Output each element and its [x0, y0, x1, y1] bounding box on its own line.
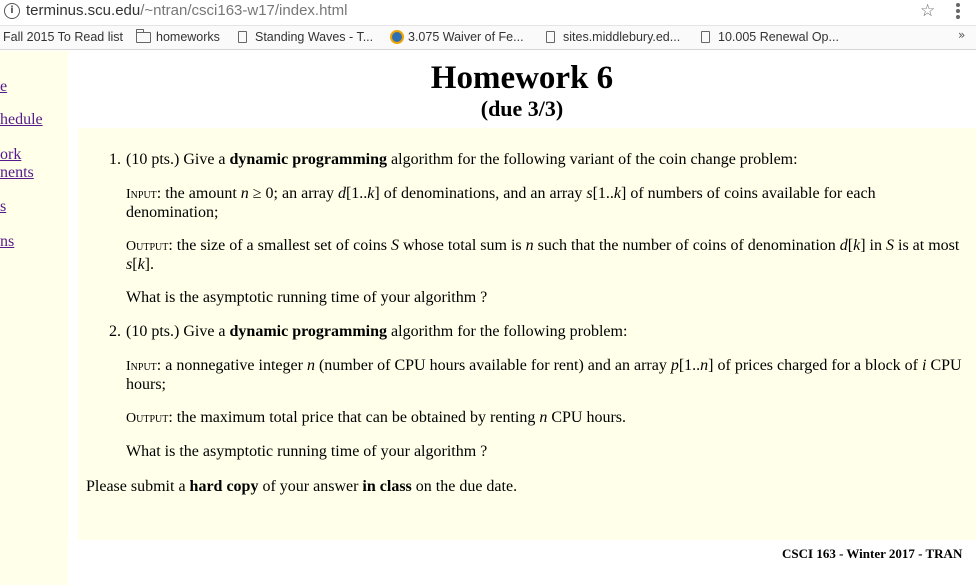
bookmark-star-icon[interactable]: ☆: [920, 1, 935, 21]
sidebar-link-homework[interactable]: ork: [0, 146, 21, 164]
menu-kebab-icon[interactable]: [955, 3, 961, 21]
problem-1-question: What is the asymptotic running time of y…: [126, 289, 488, 306]
bookmarks-bar: Fall 2015 To Read list homeworks Standin…: [0, 26, 976, 50]
problem-number: 1.: [109, 151, 121, 168]
sidebar-link-solutions[interactable]: ns: [0, 233, 14, 251]
bookmark-middlebury[interactable]: sites.middlebury.ed...: [546, 30, 680, 44]
bookmark-waiver[interactable]: 3.075 Waiver of Fe...: [390, 30, 524, 44]
problem-1-statement: (10 pts.) Give a dynamic programming alg…: [126, 151, 798, 168]
due-date: (due 3/3): [480, 96, 564, 121]
bookmark-label: Fall 2015 To Read list: [3, 30, 123, 44]
page-title: Homework 6: [430, 60, 614, 96]
problem-number: 2.: [109, 323, 121, 340]
sidebar-link-assignments[interactable]: nents: [0, 164, 34, 182]
problem-2-output: Output: the maximum total price that can…: [126, 409, 627, 426]
address-bar[interactable]: i terminus.scu.edu/~ntran/csci163-w17/in…: [0, 0, 976, 26]
problem-2-statement: (10 pts.) Give a dynamic programming alg…: [126, 323, 628, 340]
sidebar-link-schedule[interactable]: hedule: [0, 111, 43, 129]
bookmarks-overflow-icon[interactable]: »: [958, 28, 965, 42]
bookmark-label: 3.075 Waiver of Fe...: [408, 30, 524, 44]
page-icon: [701, 31, 710, 43]
url-path: /~ntran/csci163-w17/index.html: [140, 2, 348, 19]
url-text[interactable]: terminus.scu.edu/~ntran/csci163-w17/inde…: [26, 2, 347, 19]
sidebar-link-home[interactable]: e: [0, 78, 7, 96]
info-icon[interactable]: i: [4, 3, 20, 19]
bookmark-homeworks[interactable]: homeworks: [136, 28, 220, 44]
url-host: terminus.scu.edu: [26, 2, 141, 19]
homework-panel: 1. (10 pts.) Give a dynamic programming …: [78, 128, 976, 540]
bookmark-label: Standing Waves - T...: [255, 30, 374, 44]
course-footer: CSCI 163 - Winter 2017 - TRAN: [782, 546, 963, 561]
sidebar-nav: e hedule ork nents s ns: [0, 51, 68, 585]
problem-1-output: Output: the size of a smallest set of co…: [126, 237, 960, 273]
globe-icon: [390, 30, 404, 44]
bookmark-standing-waves[interactable]: Standing Waves - T...: [238, 30, 373, 44]
page-icon: [238, 31, 247, 43]
page-icon: [546, 31, 555, 43]
bookmark-label: homeworks: [156, 30, 220, 44]
folder-icon: [136, 28, 151, 43]
bookmark-fall-2015[interactable]: Fall 2015 To Read list: [3, 30, 123, 44]
problem-2-question: What is the asymptotic running time of y…: [126, 443, 488, 460]
problem-1-input: Input: the amount n ≥ 0; an array d[1..k…: [126, 185, 876, 221]
problem-2-input: Input: a nonnegative integer n (number o…: [126, 357, 962, 393]
bookmark-label: 10.005 Renewal Op...: [718, 30, 839, 44]
sidebar-link-notes[interactable]: s: [0, 198, 6, 216]
bookmark-renewal[interactable]: 10.005 Renewal Op...: [701, 30, 839, 44]
submission-note: Please submit a hard copy of your answer…: [86, 478, 518, 495]
bookmark-label: sites.middlebury.ed...: [563, 30, 681, 44]
